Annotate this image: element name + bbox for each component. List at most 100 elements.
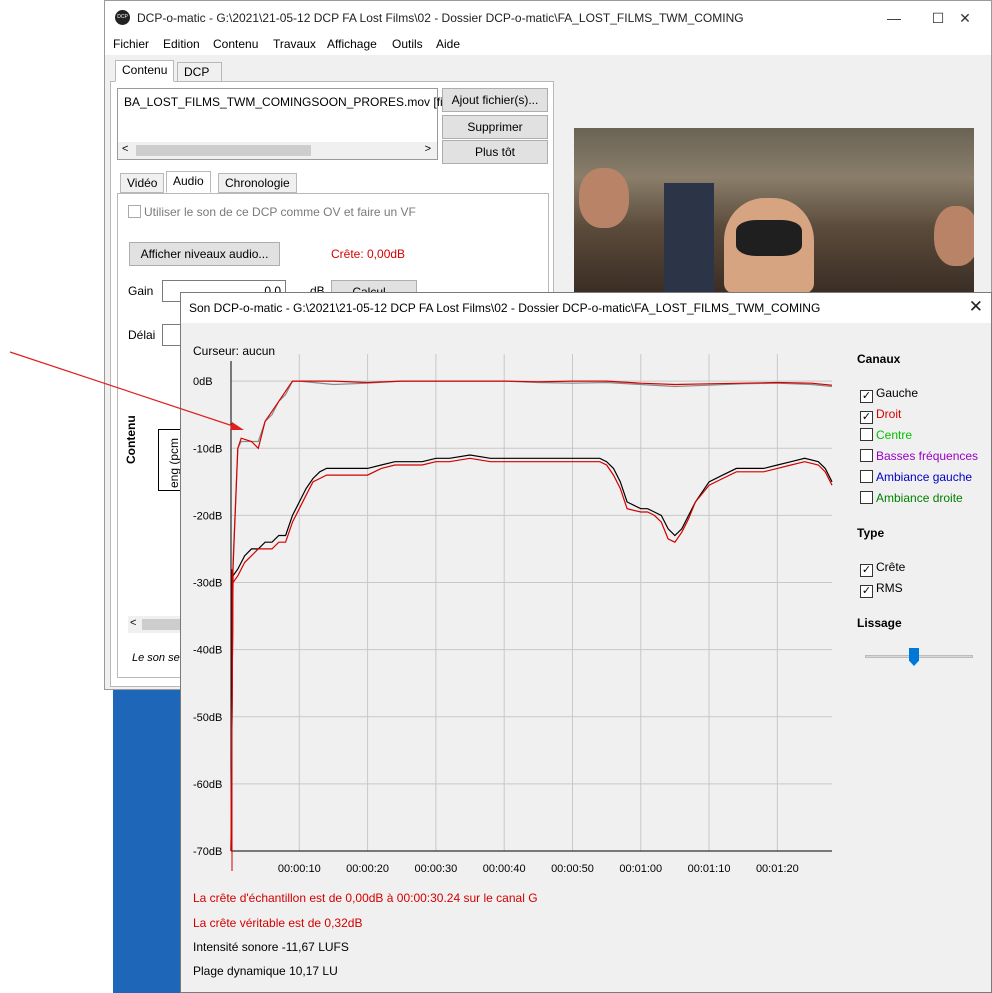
type-1-checkbox[interactable]: ✓ RMS [860, 581, 903, 598]
type-title: Type [857, 526, 885, 540]
checked-icon: ✓ [860, 564, 873, 577]
checked-icon: ✓ [860, 390, 873, 403]
menu-outils[interactable]: Outils [392, 37, 423, 51]
tab-audio[interactable]: Audio [166, 171, 211, 193]
audio-graph[interactable]: 0dB-10dB-20dB-30dB-40dB-50dB-60dB-70dB00… [181, 353, 841, 913]
unchecked-icon [860, 470, 873, 483]
y-tick-label: -40dB [193, 645, 222, 657]
series-line-0 [230, 454, 833, 852]
y-tick-label: -70dB [193, 846, 222, 858]
x-tick-label: 00:00:20 [346, 863, 389, 875]
dialog-titlebar: Son DCP-o-matic - G:\2021\21-05-12 DCP F… [181, 293, 991, 323]
menu-travaux[interactable]: Travaux [273, 37, 316, 51]
smoothing-slider-thumb[interactable] [909, 648, 919, 666]
audio-dialog: Son DCP-o-matic - G:\2021\21-05-12 DCP F… [180, 292, 992, 993]
peak-label: Crête: 0,00dB [331, 247, 406, 261]
x-tick-label: 00:00:50 [551, 863, 594, 875]
bottom-scrollbar[interactable]: < [128, 616, 188, 633]
unchecked-icon [860, 428, 873, 441]
close-icon[interactable]: ✕ [943, 5, 987, 31]
arrow-head [230, 422, 244, 430]
channel-1-label: Droit [876, 407, 902, 421]
channel-5-label: Ambiance droite [876, 491, 963, 505]
series-line-1 [230, 457, 833, 852]
tab-contenu[interactable]: Contenu [115, 60, 175, 82]
checked-icon: ✓ [860, 411, 873, 424]
menu-contenu[interactable]: Contenu [213, 37, 258, 51]
main-window-title: DCP-o-matic - G:\2021\21-05-12 DCP FA Lo… [137, 11, 744, 25]
channel-0-label: Gauche [876, 386, 919, 400]
series-line-3 [230, 380, 833, 852]
video-preview [574, 128, 974, 293]
horizontal-scrollbar[interactable]: < > [118, 142, 437, 159]
stream-label: eng (pcm [167, 437, 181, 488]
tab-dcp[interactable]: DCP [177, 62, 222, 82]
scroll-right-icon[interactable]: > [425, 143, 431, 155]
x-tick-label: 00:00:40 [483, 863, 526, 875]
minimize-icon[interactable]: — [872, 5, 916, 31]
x-tick-label: 00:01:00 [619, 863, 662, 875]
channel-1-checkbox[interactable]: ✓ Droit [860, 407, 902, 424]
series-line-2 [230, 380, 833, 852]
checkbox-icon [128, 205, 141, 218]
channel-2-label: Centre [876, 428, 913, 442]
menu-edition[interactable]: Edition [163, 37, 200, 51]
app-icon: DCP [115, 10, 130, 25]
channel-0-checkbox[interactable]: ✓ Gauche [860, 386, 919, 403]
true-peak-info: La crête véritable est de 0,32dB [193, 916, 363, 930]
menubar: Fichier Edition Contenu Travaux Affichag… [105, 35, 991, 55]
y-tick-label: -10dB [193, 443, 222, 455]
tab-chronologie[interactable]: Chronologie [218, 173, 297, 193]
close-icon[interactable]: ✕ [969, 297, 983, 317]
use-ov-checkbox[interactable]: Utiliser le son de ce DCP comme OV et fa… [128, 205, 416, 219]
earlier-button[interactable]: Plus tôt [442, 140, 548, 164]
face-left [579, 168, 629, 228]
face-right [934, 206, 974, 266]
x-tick-label: 00:01:20 [756, 863, 799, 875]
gain-label: Gain [128, 284, 154, 298]
channels-title: Canaux [857, 352, 901, 366]
channel-2-checkbox[interactable]: Centre [860, 428, 912, 444]
y-tick-label: -20dB [193, 510, 222, 522]
smoothing-slider-track[interactable] [865, 655, 973, 658]
show-audio-levels-button[interactable]: Afficher niveaux audio... [129, 242, 280, 266]
channel-4-label: Ambiance gauche [876, 470, 973, 484]
x-tick-label: 00:01:10 [688, 863, 731, 875]
add-file-button[interactable]: Ajout fichier(s)... [442, 88, 548, 112]
main-titlebar: DCP DCP-o-matic - G:\2021\21-05-12 DCP F… [105, 1, 991, 35]
channel-4-checkbox[interactable]: Ambiance gauche [860, 470, 972, 486]
menu-affichage[interactable]: Affichage [327, 37, 377, 51]
type-0-label: Crête [876, 560, 906, 574]
menu-aide[interactable]: Aide [436, 37, 460, 51]
dialog-title: Son DCP-o-matic - G:\2021\21-05-12 DCP F… [189, 301, 821, 315]
x-tick-label: 00:00:30 [414, 863, 457, 875]
scroll-left-icon[interactable]: < [130, 617, 136, 629]
figure-dark [664, 183, 714, 293]
use-ov-label: Utiliser le son de ce DCP comme OV et fa… [144, 205, 416, 219]
x-tick-label: 00:00:10 [278, 863, 321, 875]
unchecked-icon [860, 491, 873, 504]
y-tick-label: -50dB [193, 712, 222, 724]
remove-button[interactable]: Supprimer [442, 115, 548, 139]
y-tick-label: -30dB [193, 578, 222, 590]
channel-3-label: Basses fréquences [876, 449, 979, 463]
content-list[interactable]: BA_LOST_FILMS_TWM_COMINGSOON_PRORES.mov … [117, 88, 459, 160]
loudness-info: Intensité sonore -11,67 LUFS [193, 940, 349, 954]
scroll-left-icon[interactable]: < [122, 143, 128, 155]
arrow-line [9, 351, 237, 428]
mask [736, 220, 802, 256]
menu-fichier[interactable]: Fichier [113, 37, 149, 51]
channel-5-checkbox[interactable]: Ambiance droite [860, 491, 963, 507]
list-item[interactable]: BA_LOST_FILMS_TWM_COMINGSOON_PRORES.mov … [124, 95, 459, 109]
smoothing-title: Lissage [857, 616, 902, 630]
unchecked-icon [860, 449, 873, 462]
tab-video[interactable]: Vidéo [120, 173, 165, 193]
dynamic-range-info: Plage dynamique 10,17 LU [193, 964, 338, 978]
type-0-checkbox[interactable]: ✓ Crête [860, 560, 906, 577]
channel-3-checkbox[interactable]: Basses fréquences [860, 449, 978, 465]
type-1-label: RMS [876, 581, 903, 595]
sample-peak-info: La crête d'échantillon est de 0,00dB à 0… [193, 891, 538, 905]
y-tick-label: -60dB [193, 779, 222, 791]
scroll-thumb[interactable] [136, 145, 311, 156]
annotation-arrow [9, 351, 244, 430]
